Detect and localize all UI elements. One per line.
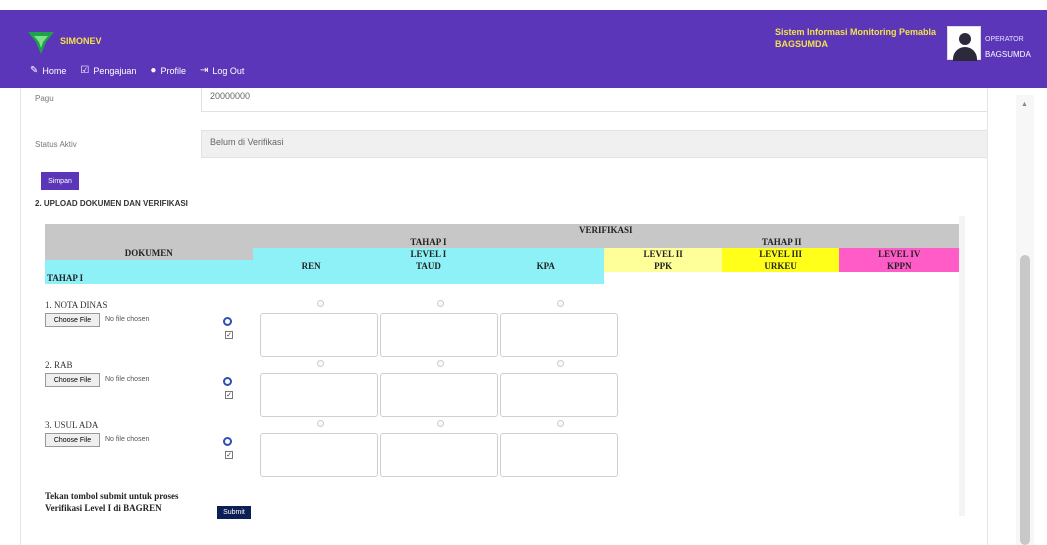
kpa-note-textarea[interactable] xyxy=(500,313,618,357)
ren-note-textarea[interactable] xyxy=(260,313,378,357)
clipboard-icon: ☑ xyxy=(80,65,90,76)
taud-note-textarea[interactable] xyxy=(380,313,498,357)
nav-profile-label: Profile xyxy=(160,65,186,76)
dokumen-sub-blank xyxy=(45,260,253,272)
taud-radio[interactable] xyxy=(437,360,444,367)
kpa-radio[interactable] xyxy=(557,360,564,367)
avatar-body xyxy=(953,47,977,61)
level1-header: LEVEL I xyxy=(252,248,605,260)
pagu-field[interactable]: 20000000 xyxy=(201,88,987,112)
no-file-text: No file chosen xyxy=(105,316,150,323)
nav-pengajuan-label: Pengajuan xyxy=(93,65,137,76)
section-title: 2. UPLOAD DOKUMEN DAN VERIFIKASI xyxy=(35,199,188,208)
submit-button[interactable]: Submit xyxy=(217,506,251,519)
doc-label-usul-ada: 3. USUL ADA xyxy=(45,420,99,430)
dokumen-header: DOKUMEN xyxy=(45,224,253,260)
kpa-note-textarea[interactable] xyxy=(500,373,618,417)
level2-header: LEVEL II xyxy=(604,248,722,260)
avatar-head xyxy=(959,33,971,45)
pagu-value: 20000000 xyxy=(210,91,251,101)
pagu-label: Pagu xyxy=(35,94,54,103)
choose-file-button[interactable]: Choose File xyxy=(45,433,100,447)
taud-note-textarea[interactable] xyxy=(380,433,498,477)
simonev-logo-icon xyxy=(28,32,54,54)
ren-radio[interactable] xyxy=(317,300,324,307)
ren-note-textarea[interactable] xyxy=(260,373,378,417)
verification-table: DOKUMEN VERIFIKASI TAHAP I TAHAP II LEVE… xyxy=(45,224,959,284)
tahap2-header: TAHAP II xyxy=(604,236,959,248)
user-circle-icon: ● xyxy=(150,65,157,76)
leaf-icon: ✎ xyxy=(30,65,39,76)
avatar[interactable] xyxy=(947,26,981,61)
level3-header: LEVEL III xyxy=(721,248,840,260)
page-scrollbar-thumb[interactable] xyxy=(1020,255,1030,545)
system-title: Sistem Informasi Monitoring Pemabla BAGS… xyxy=(775,26,950,50)
ren-header: REN xyxy=(252,260,370,272)
system-title-line1: Sistem Informasi Monitoring Pemabla xyxy=(775,27,937,37)
taud-note-textarea[interactable] xyxy=(380,373,498,417)
logout-icon: ⇥ xyxy=(199,65,209,76)
upload-icon[interactable] xyxy=(223,377,232,386)
ren-radio[interactable] xyxy=(317,360,324,367)
checkbox-icon[interactable]: ✓ xyxy=(225,391,233,399)
kppn-header: KPPN xyxy=(839,260,959,272)
page-scrollbar[interactable]: ▲ xyxy=(1016,95,1034,545)
choose-file-button[interactable]: Choose File xyxy=(45,313,100,327)
nav-pengajuan[interactable]: ☑ Pengajuan xyxy=(80,65,136,76)
tahap-row-label: TAHAP I xyxy=(45,272,605,284)
kpa-note-textarea[interactable] xyxy=(500,433,618,477)
tahap1-header: TAHAP I xyxy=(252,236,605,248)
document-list: 1. NOTA DINAS Choose File No file chosen… xyxy=(45,300,618,540)
submit-instruction: Tekan tombol submit untuk proses Verifik… xyxy=(45,490,179,514)
level4-header: LEVEL IV xyxy=(839,248,959,260)
kpa-radio[interactable] xyxy=(557,420,564,427)
user-role: OPERATOR xyxy=(985,36,1024,43)
app-name: SIMONEV xyxy=(60,36,102,46)
submit-instruction-line1: Tekan tombol submit untuk proses xyxy=(45,491,179,501)
status-value: Belum di Verifikasi xyxy=(210,137,284,147)
taud-header: TAUD xyxy=(369,260,488,272)
status-field: Belum di Verifikasi xyxy=(201,130,987,158)
status-label: Status Aktiv xyxy=(35,140,77,149)
system-title-line2: BAGSUMDA xyxy=(775,39,828,49)
ppk-header: PPK xyxy=(604,260,722,272)
checkbox-icon[interactable]: ✓ xyxy=(225,331,233,339)
choose-file-button[interactable]: Choose File xyxy=(45,373,100,387)
main-content: Pagu 20000000 Status Aktiv Belum di Veri… xyxy=(20,88,988,545)
nav-home[interactable]: ✎ Home xyxy=(30,65,66,76)
inner-scrollbar[interactable] xyxy=(959,216,965,516)
nav-home-label: Home xyxy=(42,65,67,76)
urkeu-header: URKEU xyxy=(721,260,840,272)
nav-logout[interactable]: ⇥ Log Out xyxy=(200,65,244,76)
doc-label-nota-dinas: 1. NOTA DINAS xyxy=(45,300,108,310)
main-nav: ✎ Home ☑ Pengajuan ● Profile ⇥ Log Out xyxy=(30,65,244,76)
ren-note-textarea[interactable] xyxy=(260,433,378,477)
doc-label-rab: 2. RAB xyxy=(45,360,73,370)
checkbox-icon[interactable]: ✓ xyxy=(225,451,233,459)
nav-logout-label: Log Out xyxy=(212,65,245,76)
nav-profile[interactable]: ● Profile xyxy=(150,65,186,76)
upload-icon[interactable] xyxy=(223,317,232,326)
user-name: BAGSUMDA xyxy=(985,50,1031,59)
scroll-up-arrow-icon[interactable]: ▲ xyxy=(1021,101,1028,108)
no-file-text: No file chosen xyxy=(105,436,150,443)
taud-radio[interactable] xyxy=(437,300,444,307)
taud-radio[interactable] xyxy=(437,420,444,427)
save-button[interactable]: Simpan xyxy=(41,172,79,190)
tahap-row-blank xyxy=(604,272,959,284)
submit-instruction-line2: Verifikasi Level I di BAGREN xyxy=(45,503,162,513)
top-header: SIMONEV ✎ Home ☑ Pengajuan ● Profile ⇥ L… xyxy=(0,10,1047,88)
no-file-text: No file chosen xyxy=(105,376,150,383)
ren-radio[interactable] xyxy=(317,420,324,427)
kpa-radio[interactable] xyxy=(557,300,564,307)
verifikasi-header: VERIFIKASI xyxy=(252,224,959,236)
upload-icon[interactable] xyxy=(223,437,232,446)
kpa-header: KPA xyxy=(487,260,605,272)
